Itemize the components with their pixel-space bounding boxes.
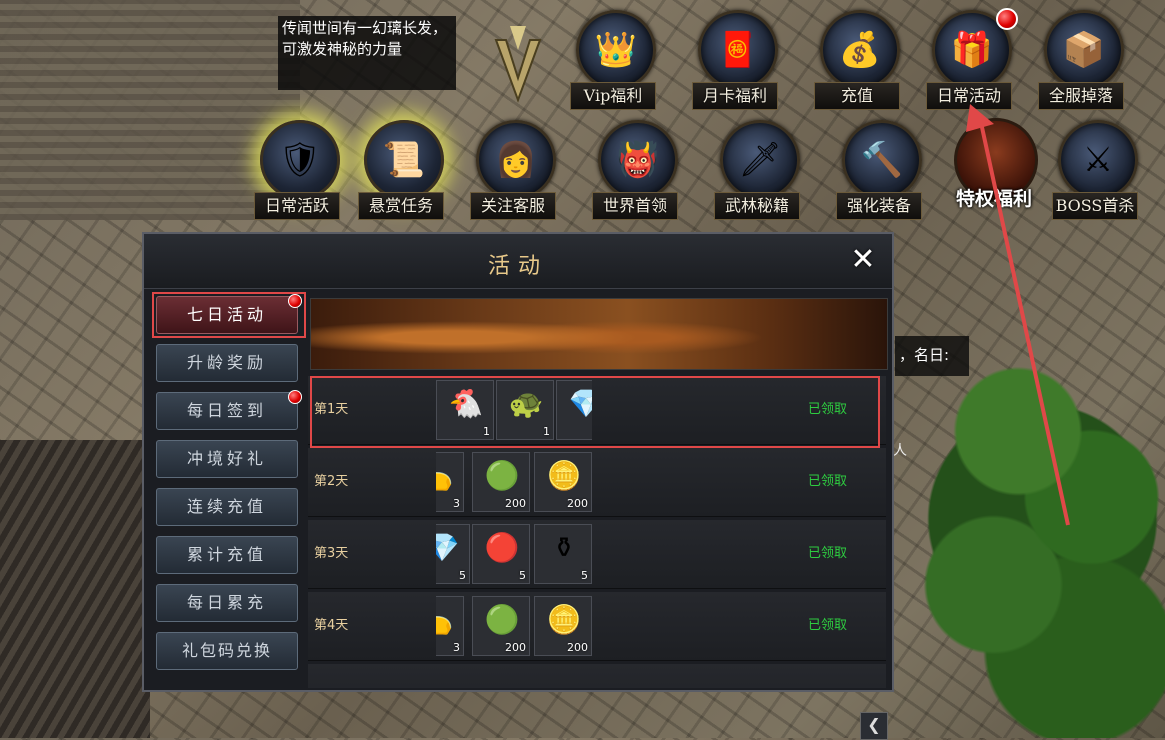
vip-icon: 👑 [576, 10, 656, 90]
chest-icon: 📦 [1044, 10, 1124, 90]
reward-item[interactable]: 🟢 200 [472, 452, 530, 512]
bounty-icon: 📜 [364, 120, 444, 200]
customer-service-icon: 👩 [476, 120, 556, 200]
hammer-icon: 🔨 [842, 120, 922, 200]
server-drop-button[interactable]: 📦 全服掉落 [1038, 10, 1124, 110]
reward-item[interactable]: 🪙 200 [534, 596, 592, 656]
month-card-icon: 🧧 [698, 10, 778, 90]
scroll-left-button[interactable]: ❮ [860, 712, 888, 740]
world-boss-icon: 👹 [598, 120, 678, 200]
bounty-task-button[interactable]: 📜 悬赏任务 [358, 120, 444, 220]
reward-item[interactable]: ⚱ 5 [534, 524, 592, 584]
tab-gift-code[interactable]: 礼包码兑换 [156, 632, 298, 670]
reward-item[interactable]: 💎 5 [436, 524, 470, 584]
tab-daily-signin[interactable]: 每日签到 [156, 392, 298, 430]
daily-active-button[interactable]: 🛡 日常活跃 [254, 120, 340, 220]
month-card-button[interactable]: 🧧 月卡福利 [692, 10, 778, 110]
close-icon[interactable]: ✕ [846, 244, 880, 278]
tab-level-reward[interactable]: 升龄奖励 [156, 344, 298, 382]
vip-welfare-button[interactable]: 👑 Vip福利 [570, 10, 656, 110]
activity-banner [310, 298, 888, 370]
item-tooltip: 传闻世间有一幻璃长发，可激发神秘的力量 [278, 16, 456, 90]
notification-dot [996, 8, 1018, 30]
claim-status: 已领取 [808, 618, 848, 633]
boss-first-kill-button[interactable]: ⚔ BOSS首杀 [1052, 120, 1138, 220]
tab-cumulative-recharge[interactable]: 累计充值 [156, 536, 298, 574]
boss-kill-icon: ⚔ [1058, 120, 1138, 200]
recharge-button[interactable]: 💰 充值 [814, 10, 900, 110]
side-chat-text-2: 人 [893, 443, 907, 459]
reward-item[interactable]: 🪙 200 [534, 452, 592, 512]
gold-ingot-icon: 💰 [820, 10, 900, 90]
tab-realm-gift[interactable]: 冲境好礼 [156, 440, 298, 478]
reward-item[interactable]: 🔴 5 [472, 524, 530, 584]
privilege-welfare-button[interactable]: 特权福利 [942, 118, 1046, 218]
martial-book-icon: 🗡 [720, 120, 800, 200]
reward-item[interactable]: 👝3 [436, 452, 464, 512]
daily-active-icon: 🛡 [260, 120, 340, 200]
martial-book-button[interactable]: 🗡 武林秘籍 [714, 120, 800, 220]
tab-daily-cumulative[interactable]: 每日累充 [156, 584, 298, 622]
reward-row: 第2天 👝3 🟢200 🪙200 已领取 [308, 448, 886, 517]
row-highlight-box [310, 376, 880, 448]
activity-content: 第1天 🐔1 🐢1 💎 已领取 第2天 👝3 🟢200 🪙200 已领取 第3天… [308, 296, 888, 688]
claim-status: 已领取 [808, 474, 848, 489]
panel-header: 活动 ✕ [144, 234, 892, 289]
reward-item[interactable]: 🟢 200 [472, 596, 530, 656]
panel-title: 活动 [487, 254, 548, 279]
game-logo-icon [494, 26, 542, 103]
tab-highlight-box [152, 292, 306, 338]
reward-row: 第3天 💎 5 🔴 5 ⚱ 5 已领取 [308, 520, 886, 589]
tab-continuous-recharge[interactable]: 连续充值 [156, 488, 298, 526]
claim-status: 已领取 [808, 546, 848, 561]
side-chat-text: ，名日: [895, 336, 969, 376]
customer-service-button[interactable]: 👩 关注客服 [470, 120, 556, 220]
reward-row [308, 664, 886, 688]
world-boss-button[interactable]: 👹 世界首领 [592, 120, 678, 220]
tab-notification-dot [288, 390, 302, 404]
activity-panel: 活动 ✕ 七日活动 升龄奖励 每日签到 冲境好礼 连续充值 累计充值 每日累充 … [142, 232, 894, 692]
reward-row: 第4天 👝3 🟢200 🪙200 已领取 [308, 592, 886, 661]
background-roof-left [0, 440, 150, 738]
reward-item[interactable]: 👝3 [436, 596, 464, 656]
enhance-equipment-button[interactable]: 🔨 强化装备 [836, 120, 922, 220]
